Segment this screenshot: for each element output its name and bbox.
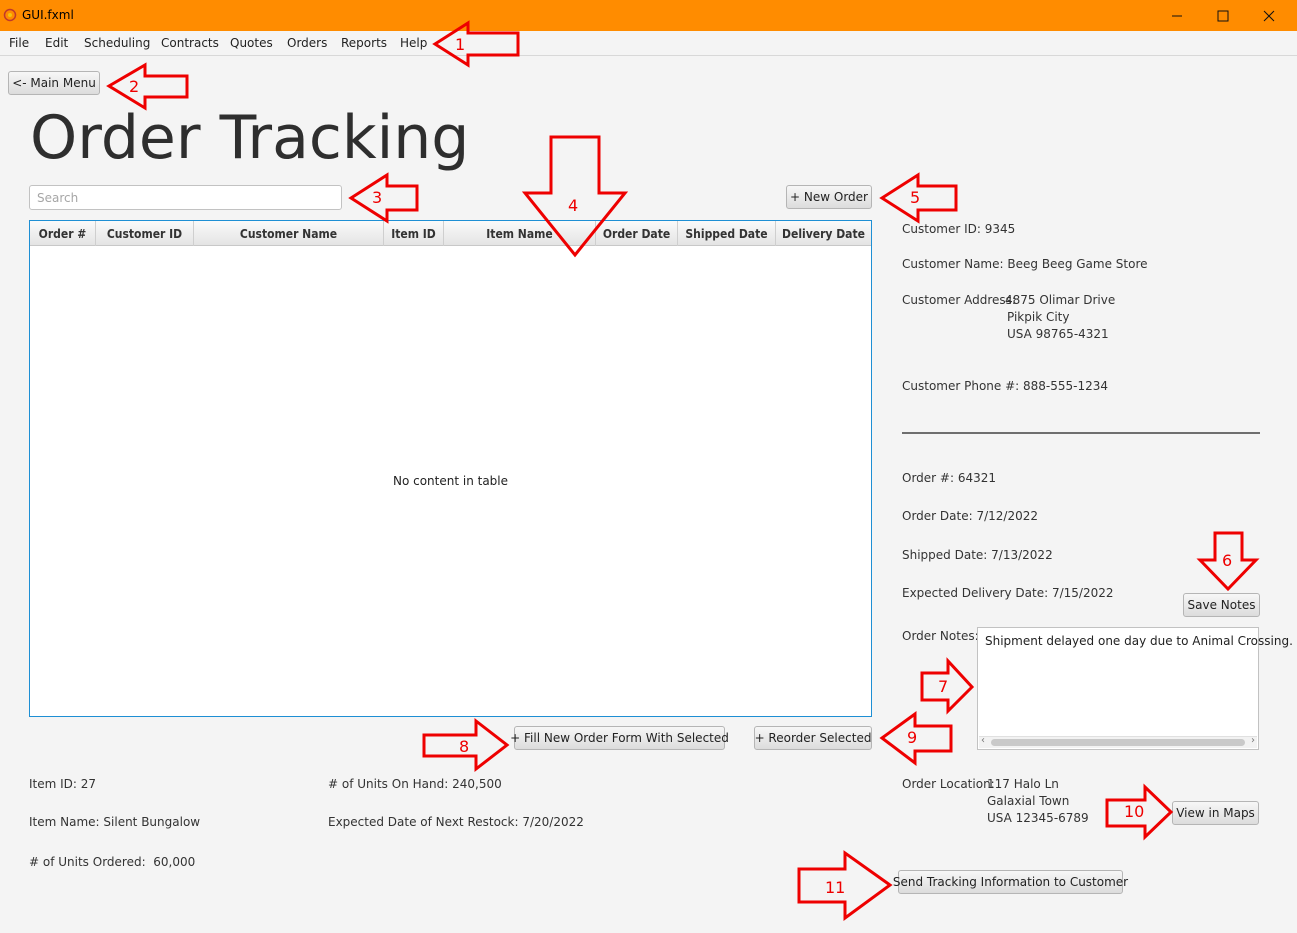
callout-arrows bbox=[106, 20, 1260, 921]
callout-11-number: 11 bbox=[825, 878, 846, 897]
callout-3-arrow bbox=[348, 172, 419, 224]
callout-6-number: 6 bbox=[1222, 551, 1233, 570]
callout-1-arrow bbox=[432, 20, 520, 68]
callout-7-number: 7 bbox=[938, 677, 949, 696]
callout-10-number: 10 bbox=[1124, 802, 1145, 821]
callout-2-arrow bbox=[106, 62, 189, 111]
callout-1-number: 1 bbox=[455, 35, 466, 54]
callout-9-number: 9 bbox=[907, 728, 918, 747]
callout-5-number: 5 bbox=[910, 188, 921, 207]
callout-3-number: 3 bbox=[372, 188, 383, 207]
callout-4-number: 4 bbox=[568, 196, 579, 215]
callout-8-number: 8 bbox=[459, 737, 470, 756]
callout-2-number: 2 bbox=[129, 77, 140, 96]
